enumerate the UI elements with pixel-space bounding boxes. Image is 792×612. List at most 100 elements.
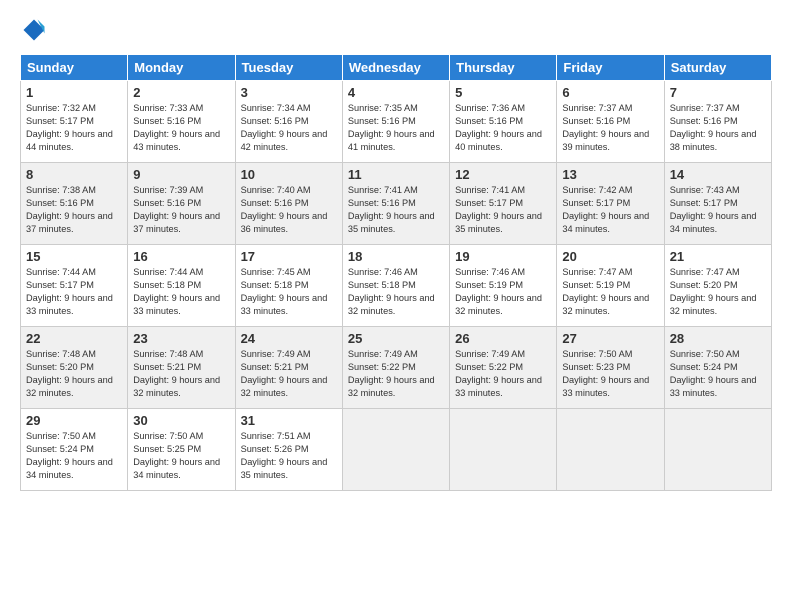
logo: [20, 16, 52, 44]
calendar-cell: 26 Sunrise: 7:49 AMSunset: 5:22 PMDayligh…: [450, 327, 557, 409]
calendar-cell: 27 Sunrise: 7:50 AMSunset: 5:23 PMDayligh…: [557, 327, 664, 409]
day-number: 30: [133, 413, 229, 428]
day-info: Sunrise: 7:49 AMSunset: 5:22 PMDaylight:…: [348, 348, 444, 400]
calendar-cell: 14 Sunrise: 7:43 AMSunset: 5:17 PMDayligh…: [664, 163, 771, 245]
calendar-table: SundayMondayTuesdayWednesdayThursdayFrid…: [20, 54, 772, 491]
calendar-cell: 28 Sunrise: 7:50 AMSunset: 5:24 PMDayligh…: [664, 327, 771, 409]
calendar-cell: 30 Sunrise: 7:50 AMSunset: 5:25 PMDayligh…: [128, 409, 235, 491]
day-info: Sunrise: 7:50 AMSunset: 5:25 PMDaylight:…: [133, 430, 229, 482]
calendar-week-3: 15 Sunrise: 7:44 AMSunset: 5:17 PMDayligh…: [21, 245, 772, 327]
calendar-week-1: 1 Sunrise: 7:32 AMSunset: 5:17 PMDaylight…: [21, 81, 772, 163]
calendar-col-monday: Monday: [128, 55, 235, 81]
day-info: Sunrise: 7:36 AMSunset: 5:16 PMDaylight:…: [455, 102, 551, 154]
calendar-cell: 15 Sunrise: 7:44 AMSunset: 5:17 PMDayligh…: [21, 245, 128, 327]
calendar-cell: 31 Sunrise: 7:51 AMSunset: 5:26 PMDayligh…: [235, 409, 342, 491]
calendar-week-4: 22 Sunrise: 7:48 AMSunset: 5:20 PMDayligh…: [21, 327, 772, 409]
day-info: Sunrise: 7:43 AMSunset: 5:17 PMDaylight:…: [670, 184, 766, 236]
day-info: Sunrise: 7:50 AMSunset: 5:23 PMDaylight:…: [562, 348, 658, 400]
day-number: 28: [670, 331, 766, 346]
day-info: Sunrise: 7:48 AMSunset: 5:21 PMDaylight:…: [133, 348, 229, 400]
calendar-cell: 13 Sunrise: 7:42 AMSunset: 5:17 PMDayligh…: [557, 163, 664, 245]
calendar-cell: 12Sunrise: 7:41 AMSunset: 5:17 PMDayligh…: [450, 163, 557, 245]
day-number: 6: [562, 85, 658, 100]
day-info: Sunrise: 7:46 AMSunset: 5:19 PMDaylight:…: [455, 266, 551, 318]
calendar-cell: 29 Sunrise: 7:50 AMSunset: 5:24 PMDayligh…: [21, 409, 128, 491]
day-number: 18: [348, 249, 444, 264]
day-info: Sunrise: 7:37 AMSunset: 5:16 PMDaylight:…: [562, 102, 658, 154]
day-number: 24: [241, 331, 337, 346]
day-info: Sunrise: 7:34 AMSunset: 5:16 PMDaylight:…: [241, 102, 337, 154]
day-info: Sunrise: 7:42 AMSunset: 5:17 PMDaylight:…: [562, 184, 658, 236]
day-info: Sunrise: 7:51 AMSunset: 5:26 PMDaylight:…: [241, 430, 337, 482]
day-number: 21: [670, 249, 766, 264]
day-number: 19: [455, 249, 551, 264]
day-number: 8: [26, 167, 122, 182]
day-info: Sunrise: 7:33 AMSunset: 5:16 PMDaylight:…: [133, 102, 229, 154]
day-info: Sunrise: 7:32 AMSunset: 5:17 PMDaylight:…: [26, 102, 122, 154]
day-number: 17: [241, 249, 337, 264]
day-number: 20: [562, 249, 658, 264]
day-info: Sunrise: 7:38 AMSunset: 5:16 PMDaylight:…: [26, 184, 122, 236]
day-info: Sunrise: 7:37 AMSunset: 5:16 PMDaylight:…: [670, 102, 766, 154]
calendar-cell: 17Sunrise: 7:45 AMSunset: 5:18 PMDayligh…: [235, 245, 342, 327]
calendar-cell: 22 Sunrise: 7:48 AMSunset: 5:20 PMDayligh…: [21, 327, 128, 409]
day-number: 13: [562, 167, 658, 182]
calendar-cell: 16Sunrise: 7:44 AMSunset: 5:18 PMDayligh…: [128, 245, 235, 327]
header: [20, 16, 772, 44]
day-info: Sunrise: 7:41 AMSunset: 5:16 PMDaylight:…: [348, 184, 444, 236]
day-info: Sunrise: 7:47 AMSunset: 5:19 PMDaylight:…: [562, 266, 658, 318]
calendar-cell: 8 Sunrise: 7:38 AMSunset: 5:16 PMDaylight…: [21, 163, 128, 245]
day-info: Sunrise: 7:48 AMSunset: 5:20 PMDaylight:…: [26, 348, 122, 400]
day-info: Sunrise: 7:40 AMSunset: 5:16 PMDaylight:…: [241, 184, 337, 236]
calendar-cell: [664, 409, 771, 491]
day-number: 27: [562, 331, 658, 346]
day-number: 25: [348, 331, 444, 346]
calendar-cell: 6 Sunrise: 7:37 AMSunset: 5:16 PMDaylight…: [557, 81, 664, 163]
day-number: 14: [670, 167, 766, 182]
day-number: 7: [670, 85, 766, 100]
calendar-cell: [557, 409, 664, 491]
day-number: 22: [26, 331, 122, 346]
day-number: 2: [133, 85, 229, 100]
calendar-col-saturday: Saturday: [664, 55, 771, 81]
day-number: 10: [241, 167, 337, 182]
calendar-cell: 7 Sunrise: 7:37 AMSunset: 5:16 PMDaylight…: [664, 81, 771, 163]
day-info: Sunrise: 7:50 AMSunset: 5:24 PMDaylight:…: [26, 430, 122, 482]
calendar-cell: [450, 409, 557, 491]
day-number: 11: [348, 167, 444, 182]
day-number: 23: [133, 331, 229, 346]
calendar-cell: 2 Sunrise: 7:33 AMSunset: 5:16 PMDaylight…: [128, 81, 235, 163]
calendar-cell: [342, 409, 449, 491]
generalblue-logo-icon: [20, 16, 48, 44]
day-number: 1: [26, 85, 122, 100]
calendar-cell: 21 Sunrise: 7:47 AMSunset: 5:20 PMDayligh…: [664, 245, 771, 327]
day-info: Sunrise: 7:41 AMSunset: 5:17 PMDaylight:…: [455, 184, 551, 236]
calendar-col-thursday: Thursday: [450, 55, 557, 81]
day-info: Sunrise: 7:49 AMSunset: 5:22 PMDaylight:…: [455, 348, 551, 400]
calendar-cell: 24 Sunrise: 7:49 AMSunset: 5:21 PMDayligh…: [235, 327, 342, 409]
calendar-cell: 23 Sunrise: 7:48 AMSunset: 5:21 PMDayligh…: [128, 327, 235, 409]
calendar-cell: 19 Sunrise: 7:46 AMSunset: 5:19 PMDayligh…: [450, 245, 557, 327]
day-info: Sunrise: 7:49 AMSunset: 5:21 PMDaylight:…: [241, 348, 337, 400]
day-info: Sunrise: 7:44 AMSunset: 5:17 PMDaylight:…: [26, 266, 122, 318]
day-number: 5: [455, 85, 551, 100]
page: SundayMondayTuesdayWednesdayThursdayFrid…: [0, 0, 792, 612]
day-number: 15: [26, 249, 122, 264]
day-info: Sunrise: 7:50 AMSunset: 5:24 PMDaylight:…: [670, 348, 766, 400]
day-number: 29: [26, 413, 122, 428]
calendar-cell: 20 Sunrise: 7:47 AMSunset: 5:19 PMDayligh…: [557, 245, 664, 327]
calendar-cell: 25 Sunrise: 7:49 AMSunset: 5:22 PMDayligh…: [342, 327, 449, 409]
day-info: Sunrise: 7:39 AMSunset: 5:16 PMDaylight:…: [133, 184, 229, 236]
day-info: Sunrise: 7:35 AMSunset: 5:16 PMDaylight:…: [348, 102, 444, 154]
day-info: Sunrise: 7:47 AMSunset: 5:20 PMDaylight:…: [670, 266, 766, 318]
day-number: 31: [241, 413, 337, 428]
calendar-cell: 5 Sunrise: 7:36 AMSunset: 5:16 PMDaylight…: [450, 81, 557, 163]
day-info: Sunrise: 7:44 AMSunset: 5:18 PMDaylight:…: [133, 266, 229, 318]
calendar-col-tuesday: Tuesday: [235, 55, 342, 81]
calendar-cell: 11 Sunrise: 7:41 AMSunset: 5:16 PMDayligh…: [342, 163, 449, 245]
calendar-cell: 18Sunrise: 7:46 AMSunset: 5:18 PMDayligh…: [342, 245, 449, 327]
calendar-cell: 9 Sunrise: 7:39 AMSunset: 5:16 PMDaylight…: [128, 163, 235, 245]
calendar-col-friday: Friday: [557, 55, 664, 81]
day-number: 26: [455, 331, 551, 346]
day-number: 9: [133, 167, 229, 182]
